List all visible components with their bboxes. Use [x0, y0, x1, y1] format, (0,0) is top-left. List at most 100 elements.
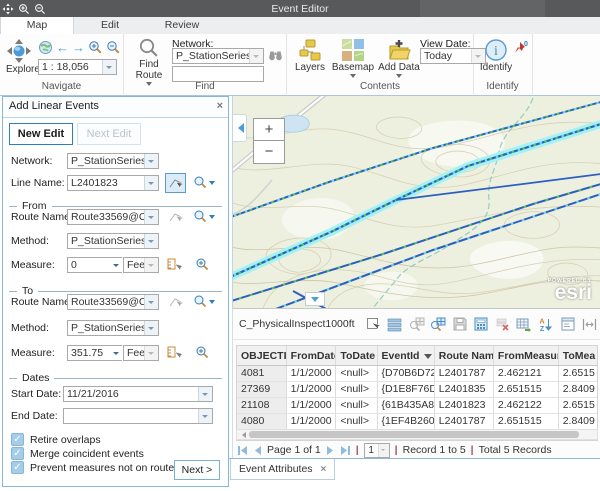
zoom-out-icon[interactable]	[32, 0, 48, 17]
from-select-route-button[interactable]	[165, 207, 186, 227]
next-button[interactable]: Next >	[174, 460, 220, 480]
pan-icon[interactable]	[0, 0, 16, 17]
basemap-dropdown-arrow[interactable]	[350, 74, 356, 81]
to-route-dropdown-arrow[interactable]	[144, 295, 158, 309]
panel-close-icon[interactable]: ×	[217, 100, 223, 112]
from-measure-on-map-button[interactable]	[167, 257, 182, 272]
add-data-button[interactable]: Add Data	[377, 38, 421, 81]
zoom-out-tool-icon[interactable]	[106, 40, 121, 55]
table-row[interactable]: 4081 1/1/2000 <null> {D70B6D72-3 L240178…	[237, 366, 597, 382]
save-edits-icon[interactable]	[449, 314, 471, 334]
delete-records-icon[interactable]	[492, 314, 514, 334]
zoom-to-selected-icon[interactable]	[406, 314, 428, 334]
from-measure-combo[interactable]: 0	[67, 257, 122, 273]
first-page-button[interactable]	[237, 445, 248, 456]
sort-icon[interactable]: AZ	[535, 314, 557, 334]
from-unit-combo[interactable]: Feet	[123, 257, 159, 273]
network-dropdown-arrow[interactable]	[144, 154, 158, 168]
binoculars-icon[interactable]	[268, 48, 283, 62]
col-header-objectid[interactable]: OBJECTID	[237, 346, 287, 365]
svg-text:i: i	[494, 44, 498, 59]
layers-button[interactable]: Layers	[291, 38, 329, 73]
show-selected-records-icon[interactable]	[384, 314, 406, 334]
attribute-window-icon[interactable]	[557, 314, 579, 334]
network-combo[interactable]: P_StationSeries	[67, 153, 159, 169]
basemap-button[interactable]: Basemap	[331, 38, 375, 81]
map-zoom-in-button[interactable]: +	[254, 119, 284, 141]
end-date-dropdown-arrow[interactable]	[198, 409, 212, 423]
col-header-frommeasure[interactable]: FromMeasure	[494, 346, 559, 365]
table-row[interactable]: 4080 1/1/2000 <null> {1EF4B260-F L240178…	[237, 414, 597, 430]
col-header-eventid[interactable]: EventId	[378, 346, 435, 365]
to-measure-zoom-button[interactable]	[195, 345, 209, 359]
map-view[interactable]: + − POWERED BY esri	[232, 96, 600, 308]
zoom-in-icon[interactable]	[16, 0, 32, 17]
col-header-fromdate[interactable]: FromDate	[287, 346, 337, 365]
next-page-button[interactable]	[326, 445, 335, 456]
zoom-to-features-icon[interactable]	[427, 314, 449, 334]
collapse-table-button[interactable]	[305, 292, 325, 306]
line-name-combo[interactable]: L2401823	[67, 175, 159, 191]
route-search-input[interactable]	[172, 66, 264, 82]
previous-extent-icon[interactable]: ←	[56, 41, 69, 54]
network-ribbon-combo[interactable]: P_StationSeries	[172, 48, 264, 64]
select-line-on-map-button[interactable]	[165, 173, 186, 193]
from-route-dropdown-arrow[interactable]	[144, 210, 158, 224]
line-zoom-button[interactable]	[193, 175, 215, 189]
table-horizontal-scrollbar[interactable]	[236, 429, 598, 440]
from-measure-zoom-button[interactable]	[195, 257, 209, 271]
retire-overlaps-checkbox[interactable]	[11, 433, 24, 446]
col-header-tomeasure[interactable]: ToMea	[559, 346, 597, 365]
to-route-name-combo[interactable]: Route33569@Cent	[67, 294, 159, 310]
fit-columns-icon[interactable]	[578, 314, 600, 334]
tab-edit[interactable]: Edit	[74, 17, 146, 34]
col-header-todate[interactable]: ToDate	[336, 346, 377, 365]
identify-button[interactable]: i Identify	[479, 38, 513, 73]
line-name-dropdown-arrow[interactable]	[144, 176, 158, 190]
table-row[interactable]: 27369 1/1/2000 <null> {D1E8F76D-F L24018…	[237, 382, 597, 398]
scrollbar-thumb[interactable]	[249, 431, 579, 438]
map-zoom-out-button[interactable]: −	[254, 141, 284, 163]
full-extent-icon[interactable]	[38, 40, 53, 55]
from-measure-dropdown-arrow[interactable]	[113, 258, 122, 272]
tab-event-attributes[interactable]: Event Attributes ×	[230, 459, 335, 480]
start-date-combo[interactable]: 11/21/2016	[63, 386, 213, 402]
to-measure-combo[interactable]: 351.75	[67, 345, 122, 361]
from-method-dropdown-arrow[interactable]	[144, 234, 158, 248]
merge-coincident-checkbox[interactable]	[11, 447, 24, 460]
to-measure-dropdown-arrow[interactable]	[113, 346, 122, 360]
next-extent-icon[interactable]: →	[72, 41, 85, 54]
tab-map[interactable]: Map	[0, 17, 74, 34]
scale-dropdown-arrow[interactable]	[102, 60, 116, 74]
append-events-icon[interactable]	[514, 314, 536, 334]
to-method-combo[interactable]: P_StationSeries	[67, 320, 159, 336]
collapse-panel-button[interactable]	[233, 114, 247, 142]
add-data-dropdown-arrow[interactable]	[396, 74, 402, 81]
tab-review[interactable]: Review	[146, 17, 218, 34]
last-page-button[interactable]	[340, 445, 351, 456]
field-calculator-icon[interactable]	[470, 314, 492, 334]
start-date-dropdown-arrow[interactable]	[198, 387, 212, 401]
prevent-measures-checkbox[interactable]	[11, 461, 24, 474]
pin-events-button[interactable]: 0	[513, 40, 530, 57]
to-route-zoom-button[interactable]	[193, 294, 215, 308]
table-row[interactable]: 21108 1/1/2000 <null> {61B435A8-3 L24018…	[237, 398, 597, 414]
prev-page-button[interactable]	[253, 445, 262, 456]
explore-button[interactable]: Explore	[6, 38, 36, 75]
page-number-combo[interactable]: 1	[364, 443, 390, 458]
to-measure-on-map-button[interactable]	[167, 345, 182, 360]
to-unit-combo[interactable]: Feet	[123, 345, 159, 361]
end-date-combo[interactable]	[63, 408, 213, 424]
tab-close-icon[interactable]: ×	[321, 464, 327, 475]
from-route-name-combo[interactable]: Route33569@Cent	[67, 209, 159, 225]
select-features-icon[interactable]	[363, 314, 385, 334]
to-select-route-button[interactable]	[165, 292, 186, 312]
new-edit-button[interactable]: New Edit	[9, 123, 73, 145]
from-method-combo[interactable]: P_StationSeries	[67, 233, 159, 249]
col-header-routename[interactable]: Route Name	[435, 346, 494, 365]
from-route-zoom-button[interactable]	[193, 209, 215, 223]
to-method-dropdown-arrow[interactable]	[144, 321, 158, 335]
zoom-in-tool-icon[interactable]	[88, 40, 103, 55]
scale-combo[interactable]: 1 : 18,056	[38, 59, 117, 75]
next-edit-button[interactable]: Next Edit	[77, 123, 141, 145]
